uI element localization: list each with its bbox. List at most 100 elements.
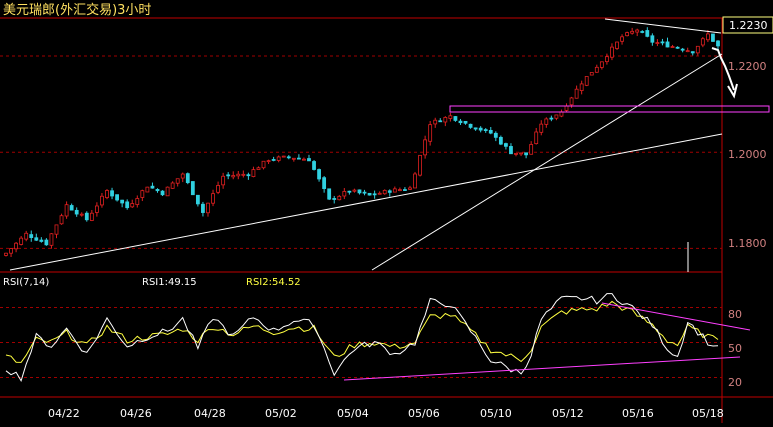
candle-body (665, 41, 670, 48)
candle-body (175, 178, 180, 184)
candle-body (251, 169, 256, 177)
candle-body (296, 157, 301, 160)
candle-body (488, 129, 493, 134)
candle-body (569, 97, 574, 106)
candle-body (291, 157, 296, 160)
candle-body (423, 139, 428, 156)
candle-body (94, 205, 99, 213)
candle-body (34, 237, 39, 241)
candle-body (115, 194, 119, 201)
candle-body (615, 41, 619, 49)
candle-body (428, 124, 433, 142)
candle-body (110, 190, 114, 197)
rsi-tick-label: 80 (728, 308, 742, 321)
candle-body (231, 175, 236, 178)
candle-body (49, 233, 54, 246)
rsi-label: RSI(7,14) (3, 277, 49, 288)
candle-body (539, 123, 544, 133)
candle-body (79, 213, 84, 216)
chart-background (0, 0, 773, 423)
candle-body (589, 72, 594, 76)
candle-body (4, 252, 8, 256)
candle-body (680, 48, 685, 51)
candle-body (509, 146, 513, 155)
candle-body (150, 185, 155, 189)
candle-body (155, 189, 160, 192)
candle-body (534, 131, 539, 145)
rsi2-value-label: RSI2:54.52 (246, 277, 301, 288)
candle-body (332, 198, 337, 200)
candle-body (105, 190, 109, 199)
candle-body (180, 173, 185, 179)
candle-body (302, 158, 306, 161)
candle-body (716, 40, 720, 47)
candle-body (599, 61, 604, 68)
price-tick-label: 1.1800 (728, 237, 767, 250)
date-tick-label: 05/02 (265, 407, 297, 420)
candle-body (498, 136, 503, 145)
candle-body (403, 189, 407, 191)
candle-body (120, 199, 125, 204)
candle-body (690, 51, 695, 54)
candle-body (54, 224, 59, 235)
candle-body (165, 186, 170, 197)
candle-body (443, 117, 448, 123)
candle-body (327, 188, 332, 200)
candle-body (211, 193, 215, 204)
candle-body (645, 30, 650, 37)
candle-body (261, 160, 266, 169)
candle-body (312, 161, 316, 170)
candle-body (100, 195, 104, 206)
candle-body (39, 239, 44, 242)
candle-body (342, 191, 347, 197)
candle-body (706, 33, 710, 41)
candle-body (478, 127, 483, 131)
date-tick-label: 04/26 (120, 407, 152, 420)
candle-body (660, 41, 665, 44)
candle-body (458, 120, 463, 124)
candle-body (695, 45, 700, 54)
date-tick-label: 05/06 (408, 407, 440, 420)
candle-body (655, 42, 660, 45)
candle-body (397, 189, 402, 192)
candle-body (226, 174, 231, 177)
candle-body (74, 209, 79, 215)
candle-body (625, 32, 630, 37)
candle-body (367, 192, 372, 196)
candle-body (84, 212, 89, 221)
candle-body (524, 152, 529, 156)
candle-body (24, 232, 29, 240)
rsi-tick-label: 20 (728, 376, 742, 389)
candle-body (9, 248, 13, 254)
candle-body (29, 234, 34, 238)
candle-body (337, 195, 342, 201)
candle-body (125, 201, 130, 209)
chart-title: 美元瑞郎(外汇交易)3小时 (3, 2, 151, 18)
date-tick-label: 05/16 (622, 407, 654, 420)
price-tick-label: 1.2200 (728, 60, 767, 73)
candle-body (347, 190, 352, 193)
candle-body (640, 31, 645, 33)
date-tick-label: 04/28 (194, 407, 226, 420)
candle-body (483, 129, 488, 132)
candle-body (519, 152, 523, 155)
candle-body (448, 115, 453, 119)
candle-body (307, 158, 311, 162)
candle-body (130, 203, 135, 208)
candle-body (418, 154, 422, 176)
candle-body (670, 46, 675, 48)
candle-body (256, 167, 261, 170)
candle-body (514, 153, 518, 155)
candle-body (544, 118, 549, 125)
date-tick-label: 05/10 (480, 407, 512, 420)
candle-body (195, 194, 200, 205)
candle-body (69, 205, 74, 211)
candle-body (650, 35, 655, 43)
candle-body (135, 198, 140, 205)
candle-body (408, 187, 412, 190)
candle-body (145, 186, 150, 193)
candle-body (392, 188, 397, 193)
candle-body (372, 193, 377, 196)
candle-body (700, 38, 705, 46)
candle-body (453, 116, 458, 121)
